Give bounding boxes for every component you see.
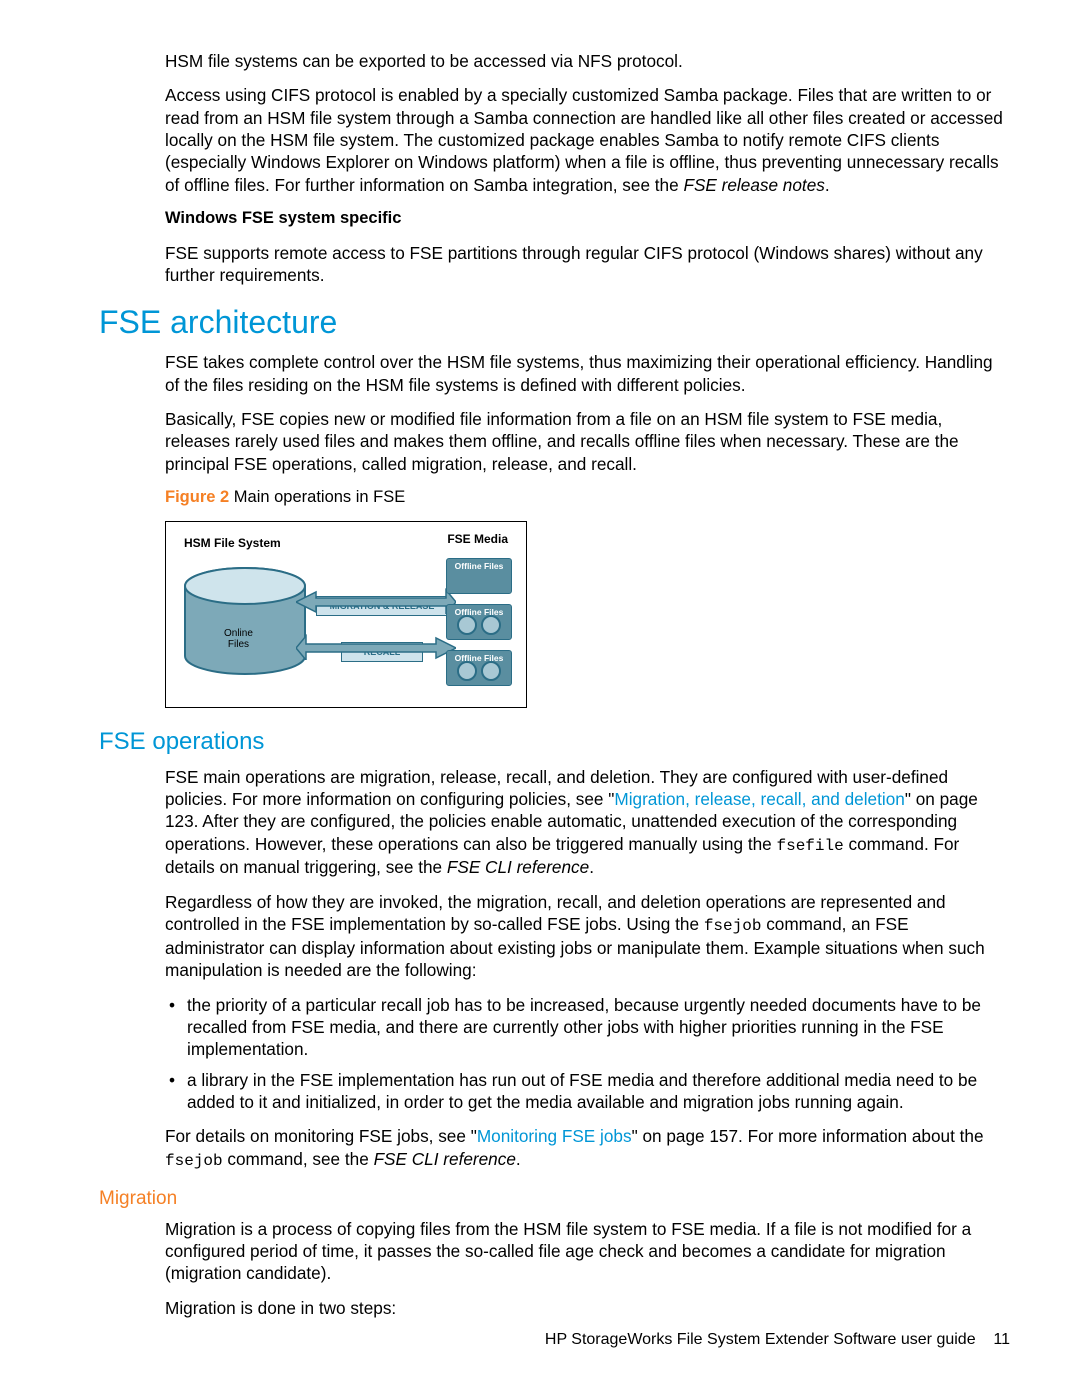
figure-label: Figure 2 (165, 488, 229, 506)
heading-architecture: FSE architecture (99, 304, 1010, 341)
reference-title: FSE CLI reference (374, 1149, 516, 1169)
paragraph: Access using CIFS protocol is enabled by… (165, 84, 1010, 196)
paragraph: Migration is a process of copying files … (165, 1218, 1010, 1285)
code-text: fsejob (704, 917, 762, 935)
text: . (825, 175, 830, 195)
text: . (589, 857, 594, 877)
code-text: fsejob (165, 1152, 223, 1170)
page-footer: HP StorageWorks File System Extender Sof… (545, 1331, 1010, 1349)
code-text: fsefile (776, 837, 843, 855)
intro-block: HSM file systems can be exported to be a… (165, 50, 1010, 286)
arrow-left-icon (296, 626, 456, 660)
migration-block: Migration is a process of copying files … (165, 1218, 1010, 1319)
arrow-right-icon (296, 580, 456, 614)
architecture-block: FSE takes complete control over the HSM … (165, 351, 1010, 707)
figure-main-operations: HSM File System FSE Media Online Files M… (165, 521, 527, 708)
heading-operations: FSE operations (99, 728, 1010, 756)
diagram-label-online: Online Files (224, 628, 253, 650)
reel-icon (481, 615, 501, 635)
paragraph: Basically, FSE copies new or modified fi… (165, 408, 1010, 475)
figure-caption: Figure 2 Main operations in FSE (165, 487, 1010, 508)
diagram-label-offline: Offline Files (455, 561, 504, 571)
text: Access using CIFS protocol is enabled by… (165, 85, 1003, 194)
text: For details on monitoring FSE jobs, see … (165, 1126, 477, 1146)
paragraph: FSE supports remote access to FSE partit… (165, 242, 1010, 287)
tape-icon: Offline Files (446, 604, 512, 640)
cylinder-icon (180, 558, 310, 688)
reel-icon (457, 615, 477, 635)
bullet-list: the priority of a particular recall job … (165, 994, 1010, 1114)
page: HSM file systems can be exported to be a… (0, 0, 1080, 1397)
reference-title: FSE CLI reference (447, 857, 589, 877)
paragraph: FSE main operations are migration, relea… (165, 766, 1010, 879)
paragraph: For details on monitoring FSE jobs, see … (165, 1125, 1010, 1171)
footer-title: HP StorageWorks File System Extender Sof… (545, 1331, 976, 1348)
text: " on page 157. For more information abou… (632, 1126, 984, 1146)
list-item: a library in the FSE implementation has … (187, 1069, 1010, 1114)
tape-icon: Offline Files (446, 558, 512, 594)
diagram-label-hsm: HSM File System (184, 536, 281, 552)
paragraph: FSE takes complete control over the HSM … (165, 351, 1010, 396)
link-migration-release[interactable]: Migration, release, recall, and deletion (614, 789, 904, 809)
paragraph: HSM file systems can be exported to be a… (165, 50, 1010, 72)
heading-migration: Migration (99, 1188, 1010, 1210)
link-monitoring-jobs[interactable]: Monitoring FSE jobs (477, 1126, 632, 1146)
reference-title: FSE release notes (683, 175, 824, 195)
paragraph: Migration is done in two steps: (165, 1297, 1010, 1319)
text: command, see the (223, 1149, 374, 1169)
reel-icon (481, 661, 501, 681)
subheading: Windows FSE system specific (165, 208, 1010, 229)
list-item: the priority of a particular recall job … (187, 994, 1010, 1061)
diagram-label-fse-media: FSE Media (447, 532, 508, 548)
operations-block: FSE main operations are migration, relea… (165, 766, 1010, 1172)
figure-title: Main operations in FSE (229, 488, 405, 506)
text: . (516, 1149, 521, 1169)
tape-icon: Offline Files (446, 650, 512, 686)
reel-icon (457, 661, 477, 681)
paragraph: Regardless of how they are invoked, the … (165, 891, 1010, 982)
page-number: 11 (993, 1331, 1010, 1348)
